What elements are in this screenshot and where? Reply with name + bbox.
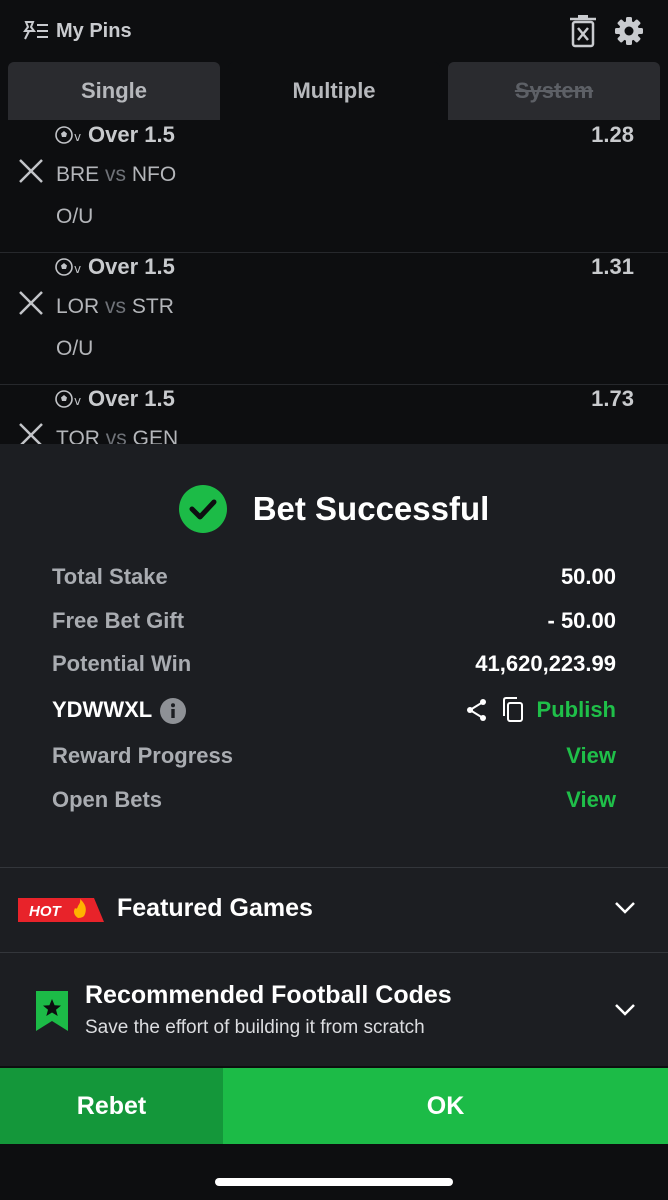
match-teams: TOR vs GEN [56, 424, 178, 444]
potential-win-label: Potential Win [52, 651, 192, 676]
copy-icon[interactable] [501, 697, 525, 723]
market-type: O/U [56, 337, 94, 360]
home-indicator-area [0, 1144, 668, 1200]
share-icon[interactable] [465, 698, 489, 722]
market-name: Over 1.5 [88, 254, 175, 279]
total-stake-row: Total Stake 50.00 [52, 562, 616, 592]
settings-gear-icon[interactable] [614, 16, 644, 46]
tab-single[interactable]: Single [8, 62, 220, 120]
recommended-codes-section[interactable]: Recommended Football Codes Save the effo… [0, 953, 668, 1066]
top-bar: My Pins [0, 0, 668, 62]
open-bets-view-link[interactable]: View [566, 785, 616, 815]
home-team: TOR [56, 427, 100, 444]
total-stake-value: 50.00 [560, 564, 616, 589]
betslip-tabs: Single Multiple System [8, 62, 660, 120]
selection-item: v Over 1.5 1.73 TOR vs GEN O/U [0, 384, 668, 444]
reward-progress-row: Reward Progress View [52, 741, 616, 771]
my-pins-label: My Pins [56, 19, 132, 42]
my-pins-button[interactable]: My Pins [22, 16, 132, 46]
bet-success-sheet: Bet Successful Total Stake 50.00 Free Be… [0, 444, 668, 1066]
featured-games-title: Featured Games [117, 894, 313, 922]
match-teams: LOR vs STR [56, 292, 174, 322]
free-bet-value: - 50.00 [547, 608, 617, 633]
action-bar: Rebet OK [0, 1068, 668, 1144]
away-team: NFO [131, 163, 177, 186]
svg-text:v: v [74, 394, 81, 408]
odds-value: 1.73 [591, 386, 634, 411]
pin-list-icon [23, 21, 48, 40]
success-title: Bet Successful [252, 490, 490, 527]
potential-win-row: Potential Win 41,620,223.99 [52, 649, 616, 679]
reward-progress-label: Reward Progress [52, 743, 233, 768]
tab-multiple[interactable]: Multiple [228, 62, 440, 120]
chevron-down-icon[interactable] [614, 901, 636, 915]
vs-label: vs [105, 163, 127, 186]
recommended-codes-title: Recommended Football Codes [85, 981, 452, 1009]
home-team: LOR [56, 295, 100, 318]
hot-badge-text: HOT [29, 903, 63, 920]
remove-selection-icon[interactable] [18, 158, 44, 184]
selection-list: v Over 1.5 1.28 BRE vs NFO O/U v Over 1.… [0, 120, 668, 444]
odds-value: 1.31 [591, 254, 634, 279]
ok-button[interactable]: OK [223, 1068, 668, 1144]
tab-system[interactable]: System [448, 62, 660, 120]
booking-code-wrap: YDWWXL [52, 695, 187, 725]
open-bets-row: Open Bets View [52, 785, 616, 815]
bookmark-star-icon [36, 991, 68, 1031]
soccer-virtual-icon: v [55, 126, 81, 144]
success-check-icon [178, 485, 227, 533]
open-bets-label: Open Bets [52, 787, 163, 812]
odds-value: 1.28 [591, 122, 634, 147]
svg-text:v: v [74, 262, 81, 276]
booking-code-row: YDWWXL Publish [52, 695, 616, 725]
market-name: Over 1.5 [88, 122, 175, 147]
success-header: Bet Successful [0, 484, 668, 534]
away-team: STR [131, 295, 174, 318]
featured-games-section[interactable]: HOT Featured Games [0, 868, 668, 952]
match-teams: BRE vs NFO [56, 160, 176, 190]
vs-label: vs [105, 295, 127, 318]
home-team: BRE [56, 163, 100, 186]
recommended-codes-subtitle: Save the effort of building it from scra… [85, 1017, 425, 1038]
potential-win-value: 41,620,223.99 [475, 651, 616, 676]
publish-actions: Publish [465, 695, 616, 725]
soccer-virtual-icon: v [55, 390, 81, 408]
free-bet-row: Free Bet Gift - 50.00 [52, 606, 616, 636]
market-type: O/U [56, 205, 94, 228]
selection-item: v Over 1.5 1.31 LOR vs STR O/U [0, 252, 668, 385]
remove-selection-icon[interactable] [18, 422, 44, 444]
svg-text:v: v [74, 130, 81, 144]
home-indicator[interactable] [215, 1178, 453, 1186]
delete-all-icon[interactable] [568, 14, 598, 48]
booking-code: YDWWXL [52, 697, 153, 722]
remove-selection-icon[interactable] [18, 290, 44, 316]
chevron-down-icon[interactable] [614, 1003, 636, 1017]
total-stake-label: Total Stake [52, 564, 168, 589]
hot-badge: HOT [18, 898, 104, 922]
info-icon[interactable] [160, 698, 187, 725]
soccer-virtual-icon: v [55, 258, 81, 276]
market-name: Over 1.5 [88, 386, 175, 411]
away-team: GEN [132, 427, 179, 444]
reward-view-link[interactable]: View [566, 741, 616, 771]
vs-label: vs [105, 427, 127, 444]
rebet-button[interactable]: Rebet [0, 1068, 223, 1144]
publish-link[interactable]: Publish [537, 695, 616, 725]
selection-item: v Over 1.5 1.28 BRE vs NFO O/U [0, 120, 668, 253]
free-bet-label: Free Bet Gift [52, 608, 185, 633]
